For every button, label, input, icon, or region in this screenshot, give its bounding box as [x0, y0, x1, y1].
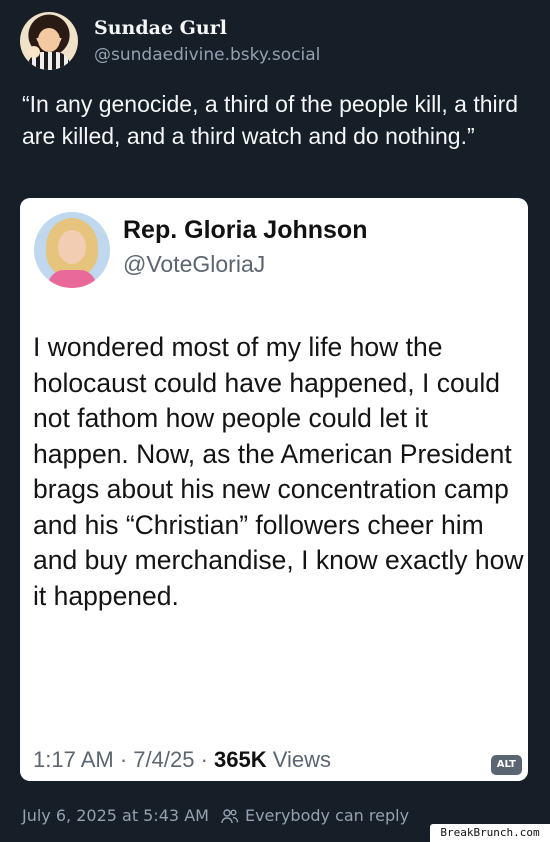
views-count: 365K — [214, 747, 267, 772]
author-avatar[interactable] — [20, 12, 78, 70]
post-footer: July 6, 2025 at 5:43 AM Everybody can re… — [22, 806, 409, 825]
meta-separator: · — [113, 747, 134, 772]
meta-separator: · — [194, 747, 215, 772]
author-text: Sundae Gurl @sundaedivine.bsky.social — [94, 16, 320, 66]
embedded-meta: 1:17 AM · 7/4/25 · 365K Views — [33, 746, 331, 774]
author-handle[interactable]: @sundaedivine.bsky.social — [94, 44, 320, 66]
embedded-body-text: I wondered most of my life how the holoc… — [33, 332, 524, 611]
people-icon — [221, 808, 239, 824]
post: Sundae Gurl @sundaedivine.bsky.social “I… — [0, 0, 550, 842]
author-display-name[interactable]: Sundae Gurl — [94, 16, 320, 40]
post-timestamp[interactable]: July 6, 2025 at 5:43 AM — [22, 806, 209, 825]
embedded-handle: @VoteGloriaJ — [123, 251, 266, 277]
embedded-image[interactable]: Rep. Gloria Johnson @VoteGloriaJ I wonde… — [20, 198, 528, 781]
embedded-date: 7/4/25 — [133, 747, 195, 772]
post-author[interactable]: Sundae Gurl @sundaedivine.bsky.social — [20, 12, 320, 70]
post-text: “In any genocide, a third of the people … — [22, 91, 519, 149]
embedded-avatar — [34, 212, 110, 288]
embedded-display-name: Rep. Gloria Johnson — [123, 216, 368, 244]
watermark: BreakBrunch.com — [430, 824, 550, 842]
views-label: Views — [272, 747, 332, 772]
alt-badge[interactable]: ALT — [490, 755, 522, 775]
embedded-time: 1:17 AM — [33, 747, 114, 772]
reply-setting: Everybody can reply — [244, 806, 410, 825]
